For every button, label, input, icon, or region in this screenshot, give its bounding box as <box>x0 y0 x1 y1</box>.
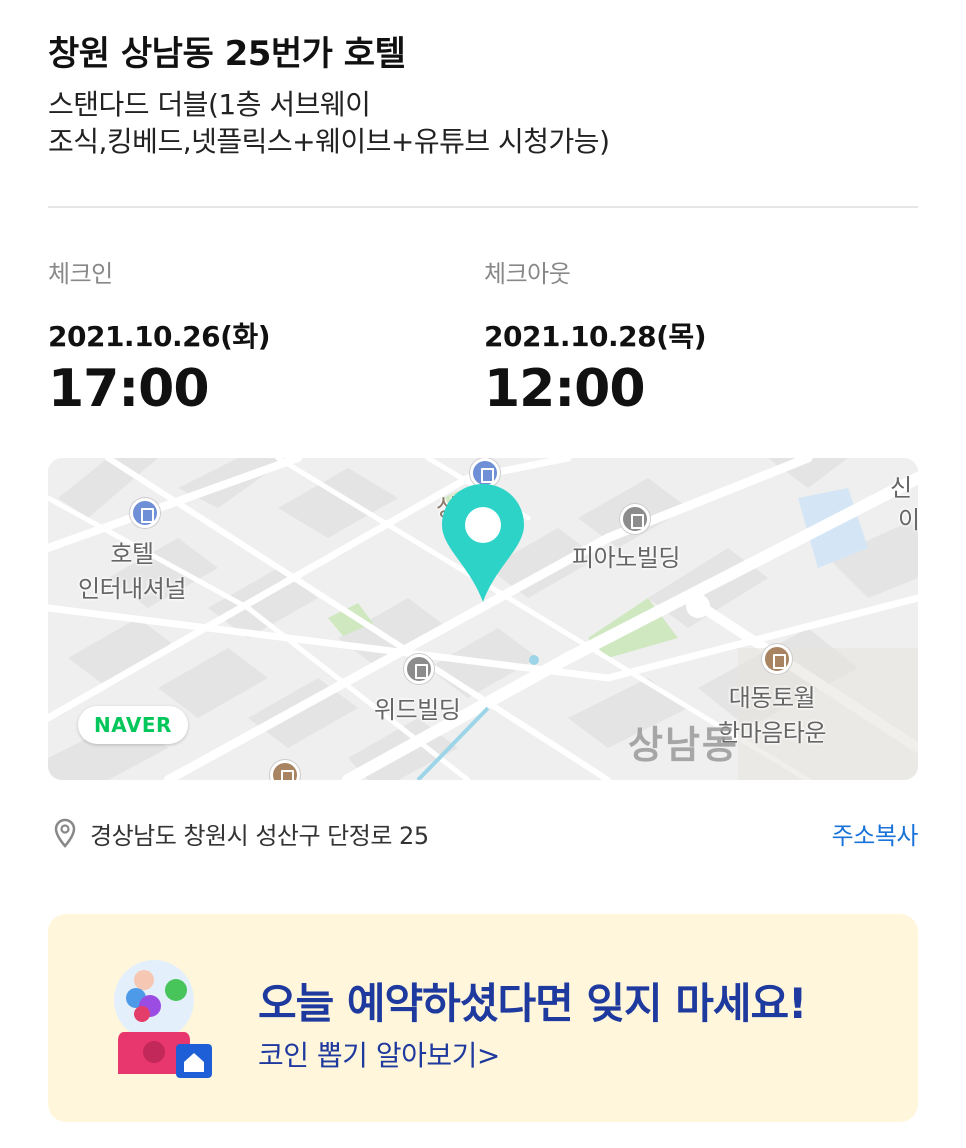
map-label-edge-partial-2: 이 <box>898 506 918 534</box>
room-name: 스탠다드 더블(1층 서브웨이 조식,킹베드,넷플릭스+웨이브+유튜브 시청가능… <box>48 86 908 160</box>
checkout-time: 12:00 <box>484 359 646 419</box>
room-name-line-2: 조식,킹베드,넷플릭스+웨이브+유튜브 시청가능) <box>48 125 610 158</box>
apartment-poi-icon <box>762 644 792 674</box>
map-label-hotel-international: 호텔 인터내셔널 <box>78 540 186 603</box>
address-row: 경상남도 창원시 성산구 단정로 25 주소복사 <box>48 814 919 852</box>
address-text: 경상남도 창원시 성산구 단정로 25 <box>90 822 429 850</box>
checkout-date: 2021.10.28(목) <box>484 320 707 353</box>
location-pin-icon[interactable] <box>440 482 526 604</box>
checkin-block: 체크인 2021.10.26(화) 17:00 <box>48 254 271 419</box>
coin-promo-banner[interactable]: 오늘 예약하셨다면 잊지 마세요! 코인 뽑기 알아보기> <box>48 914 918 1122</box>
checkin-date: 2021.10.26(화) <box>48 320 271 353</box>
checkin-label: 체크인 <box>48 260 113 288</box>
gacha-machine-icon <box>114 960 224 1086</box>
map-label-district: 상남동 <box>628 723 739 767</box>
promo-headline: 오늘 예약하셨다면 잊지 마세요! <box>258 979 807 1028</box>
naver-logo-badge: NAVER <box>78 706 188 744</box>
map-label-edge-partial-1: 신 <box>890 474 912 502</box>
location-map[interactable]: 호텔 인터내셔널 피아노빌딩 위드빌딩 대동토월 한마음타운 상 당 신 이 상… <box>48 458 918 780</box>
map-label-piano-building: 피아노빌딩 <box>572 544 680 572</box>
checkout-label: 체크아웃 <box>484 260 571 288</box>
section-divider <box>48 206 918 208</box>
hotel-poi-icon <box>130 498 160 528</box>
copy-address-button[interactable]: 주소복사 <box>832 816 919 851</box>
room-name-line-1: 스탠다드 더블(1층 서브웨이 <box>48 88 371 121</box>
building-poi-icon <box>620 504 650 534</box>
building-poi-icon <box>404 654 434 684</box>
location-pin-outline-icon <box>54 818 76 852</box>
checkin-time: 17:00 <box>48 359 210 419</box>
coin-draw-link[interactable]: 코인 뽑기 알아보기> <box>258 1034 500 1074</box>
hotel-title: 창원 상남동 25번가 호텔 <box>48 34 406 74</box>
checkout-block: 체크아웃 2021.10.28(목) 12:00 <box>484 254 707 419</box>
map-label-wide-building: 위드빌딩 <box>374 696 461 724</box>
